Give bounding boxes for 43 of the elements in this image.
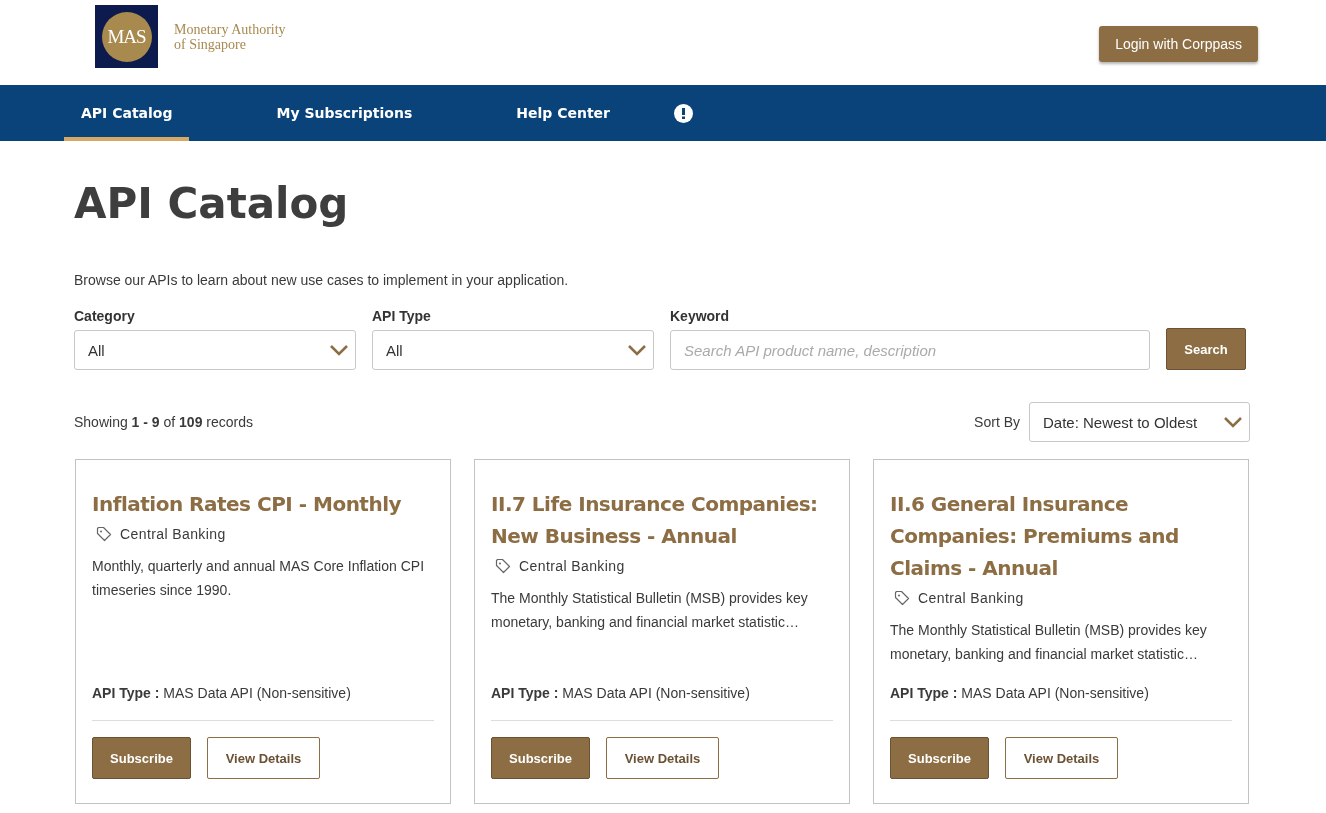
category-tag: Central Banking (918, 590, 1024, 606)
nav-tab[interactable]: My Subscriptions (259, 85, 430, 141)
card-description: Monthly, quarterly and annual MAS Core Inflation CPI timeseries since 1990. (92, 557, 426, 600)
subscribe-button[interactable]: Subscribe (92, 737, 191, 779)
chevron-down-icon (627, 344, 647, 356)
sort-select[interactable]: Date: Newest to Oldest (1029, 402, 1250, 442)
tag-icon (96, 526, 112, 542)
field-label: Keyword (670, 308, 731, 324)
tag-icon (495, 558, 511, 574)
category-select[interactable]: All (74, 330, 356, 370)
field-label: API Type (372, 308, 432, 324)
page-description: Browse our APIs to learn about new use cases to implement in your application. (74, 272, 570, 288)
chevron-down-icon (1223, 416, 1243, 428)
card-title[interactable]: Inflation Rates CPI - Monthly (92, 488, 434, 520)
info-icon[interactable] (674, 103, 693, 123)
login-button[interactable]: Login with Corppass (1099, 25, 1258, 62)
field-label: Category (74, 308, 136, 324)
subscribe-button[interactable]: Subscribe (890, 737, 989, 779)
view-details-button[interactable]: View Details (207, 737, 320, 779)
keyword-input[interactable]: Search API product name, description (670, 330, 1150, 370)
view-details-button[interactable]: View Details (1005, 737, 1118, 779)
logo-mark: MAS (101, 11, 152, 62)
category-tag: Central Banking (519, 558, 625, 574)
records-summary: Showing 1 - 9 of 109 records (74, 414, 253, 430)
nav-tab[interactable]: API Catalog (64, 85, 190, 141)
card-description: The Monthly Statistical Bulletin (MSB) provides key monetary, banking and financial market statistic… (491, 589, 809, 632)
subscribe-button[interactable]: Subscribe (491, 737, 590, 779)
api-type-line: API Type : MAS Data API (Non-sensitive) (890, 685, 1150, 701)
chevron-down-icon (329, 344, 349, 356)
page-title: API Catalog (74, 179, 350, 228)
card-title[interactable]: II.6 General Insurance Companies: Premiums and Claims - Annual (890, 488, 1232, 584)
card-title[interactable]: II.7 Life Insurance Companies: New Business - Annual (491, 488, 833, 552)
search-button[interactable]: Search (1166, 328, 1246, 370)
logo-text: Monetary Authority of Singapore (174, 21, 286, 52)
tag-icon (894, 590, 910, 606)
api-type-line: API Type : MAS Data API (Non-sensitive) (491, 685, 751, 701)
sort-label: Sort By (974, 414, 1020, 430)
category-tag: Central Banking (120, 526, 226, 542)
api-type-line: API Type : MAS Data API (Non-sensitive) (92, 685, 352, 701)
nav-tab[interactable]: Help Center (499, 85, 627, 141)
card-description: The Monthly Statistical Bulletin (MSB) provides key monetary, banking and financial market statistic… (890, 621, 1208, 664)
api-type-select[interactable]: All (372, 330, 654, 370)
view-details-button[interactable]: View Details (606, 737, 719, 779)
